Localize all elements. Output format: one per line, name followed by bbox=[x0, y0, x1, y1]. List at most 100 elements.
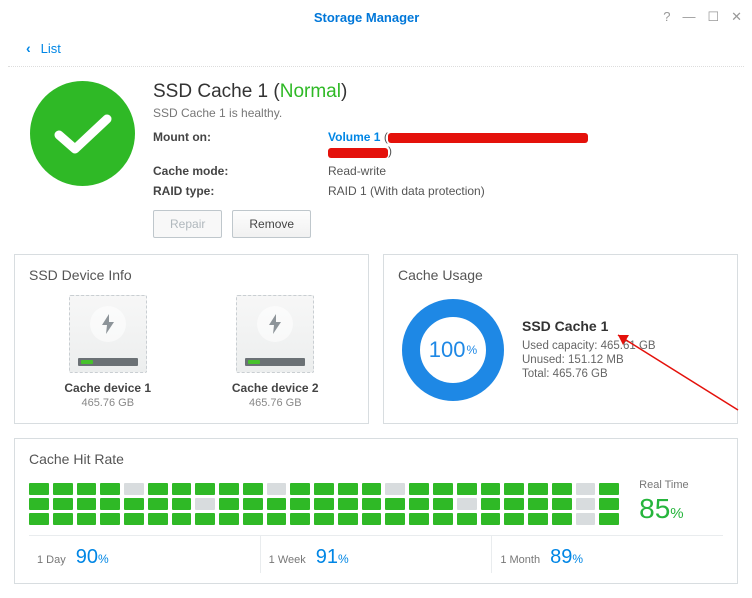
minimize-icon[interactable]: — bbox=[682, 9, 695, 25]
bar-cell bbox=[576, 513, 596, 525]
bar-cell bbox=[552, 513, 572, 525]
bar-cell bbox=[409, 498, 429, 510]
bar-cell bbox=[409, 483, 429, 495]
bar-column bbox=[481, 483, 501, 525]
bar-cell bbox=[528, 483, 548, 495]
usage-unused: Unused: 151.12 MB bbox=[522, 354, 656, 366]
bar-cell bbox=[219, 483, 239, 495]
device-item[interactable]: Cache device 2 465.76 GB bbox=[210, 295, 340, 409]
bar-column bbox=[148, 483, 168, 525]
bar-cell bbox=[599, 498, 619, 510]
bar-column bbox=[552, 483, 572, 525]
remove-button[interactable]: Remove bbox=[232, 210, 311, 238]
bar-cell bbox=[267, 513, 287, 525]
period-label: 1 Day bbox=[37, 554, 66, 566]
bar-cell bbox=[552, 483, 572, 495]
bar-cell bbox=[362, 498, 382, 510]
device-item[interactable]: Cache device 1 465.76 GB bbox=[43, 295, 173, 409]
header-info: SSD Cache 1 (Normal) SSD Cache 1 is heal… bbox=[153, 81, 734, 238]
bar-cell bbox=[124, 513, 144, 525]
usage-total: Total: 465.76 GB bbox=[522, 368, 656, 380]
bar-column bbox=[53, 483, 73, 525]
bar-cell bbox=[267, 498, 287, 510]
bar-cell bbox=[599, 513, 619, 525]
bar-column bbox=[172, 483, 192, 525]
bar-cell bbox=[124, 483, 144, 495]
bar-cell bbox=[243, 483, 263, 495]
ssd-icon bbox=[236, 295, 314, 373]
bar-cell bbox=[338, 513, 358, 525]
usage-percent-suffix: % bbox=[467, 343, 478, 357]
bar-column bbox=[124, 483, 144, 525]
help-icon[interactable]: ? bbox=[663, 9, 670, 25]
bar-cell bbox=[53, 483, 73, 495]
bar-cell bbox=[409, 513, 429, 525]
action-buttons: Repair Remove bbox=[153, 210, 734, 238]
bar-cell bbox=[576, 483, 596, 495]
raid-label: RAID type: bbox=[153, 184, 328, 198]
bar-cell bbox=[195, 498, 215, 510]
title-prefix: SSD Cache 1 ( bbox=[153, 81, 280, 102]
back-link[interactable]: List bbox=[41, 41, 61, 56]
bar-cell bbox=[243, 498, 263, 510]
cache-mode-label: Cache mode: bbox=[153, 164, 328, 178]
bar-cell bbox=[481, 483, 501, 495]
usage-panel-title: Cache Usage bbox=[398, 267, 723, 283]
bar-cell bbox=[29, 513, 49, 525]
chevron-left-icon[interactable]: ‹ bbox=[26, 40, 31, 56]
bar-cell bbox=[457, 498, 477, 510]
bar-cell bbox=[172, 513, 192, 525]
period-label: 1 Week bbox=[269, 554, 306, 566]
bar-cell bbox=[29, 498, 49, 510]
bar-cell bbox=[552, 498, 572, 510]
bar-column bbox=[219, 483, 239, 525]
usage-percent: 100 bbox=[429, 337, 466, 363]
bar-cell bbox=[433, 513, 453, 525]
raid-value: RAID 1 (With data protection) bbox=[328, 184, 485, 198]
cache-mode-row: Cache mode: Read-write bbox=[153, 164, 734, 178]
usage-details: SSD Cache 1 Used capacity: 465.61 GB Unu… bbox=[522, 318, 656, 382]
subtitle: SSD Cache 1 is healthy. bbox=[153, 106, 734, 120]
volume-link[interactable]: Volume 1 bbox=[328, 130, 380, 144]
page-title: SSD Cache 1 (Normal) bbox=[153, 81, 734, 103]
repair-button: Repair bbox=[153, 210, 222, 238]
bar-cell bbox=[338, 483, 358, 495]
cache-header: SSD Cache 1 (Normal) SSD Cache 1 is heal… bbox=[0, 67, 752, 254]
hitrate-period: 1 Day90% bbox=[29, 536, 261, 573]
bar-column bbox=[409, 483, 429, 525]
bar-cell bbox=[148, 498, 168, 510]
bar-cell bbox=[504, 513, 524, 525]
bar-column bbox=[338, 483, 358, 525]
mount-label: Mount on: bbox=[153, 130, 328, 158]
realtime-value: 85% bbox=[633, 493, 723, 525]
bar-cell bbox=[338, 498, 358, 510]
maximize-icon[interactable]: ☐ bbox=[707, 9, 719, 25]
bar-column bbox=[504, 483, 524, 525]
bar-cell bbox=[195, 513, 215, 525]
bar-cell bbox=[53, 513, 73, 525]
bar-cell bbox=[219, 498, 239, 510]
bar-cell bbox=[148, 513, 168, 525]
bar-cell bbox=[481, 513, 501, 525]
bar-cell bbox=[481, 498, 501, 510]
bar-cell bbox=[77, 483, 97, 495]
device-name: Cache device 1 bbox=[43, 381, 173, 395]
bar-column bbox=[267, 483, 287, 525]
period-value: 89% bbox=[550, 546, 583, 569]
bar-cell bbox=[362, 483, 382, 495]
bar-cell bbox=[195, 483, 215, 495]
bar-cell bbox=[267, 483, 287, 495]
bar-cell bbox=[504, 498, 524, 510]
bar-cell bbox=[385, 513, 405, 525]
bar-cell bbox=[219, 513, 239, 525]
close-icon[interactable]: ✕ bbox=[731, 9, 742, 25]
bar-cell bbox=[599, 483, 619, 495]
window-controls: ? — ☐ ✕ bbox=[663, 9, 742, 25]
bar-cell bbox=[77, 498, 97, 510]
bar-cell bbox=[385, 498, 405, 510]
hitrate-title: Cache Hit Rate bbox=[29, 451, 723, 467]
bar-cell bbox=[100, 498, 120, 510]
hit-rate-panel: Cache Hit Rate Real Time 85% 1 Day90%1 W… bbox=[14, 438, 738, 584]
period-value: 91% bbox=[316, 546, 349, 569]
bar-column bbox=[576, 483, 596, 525]
